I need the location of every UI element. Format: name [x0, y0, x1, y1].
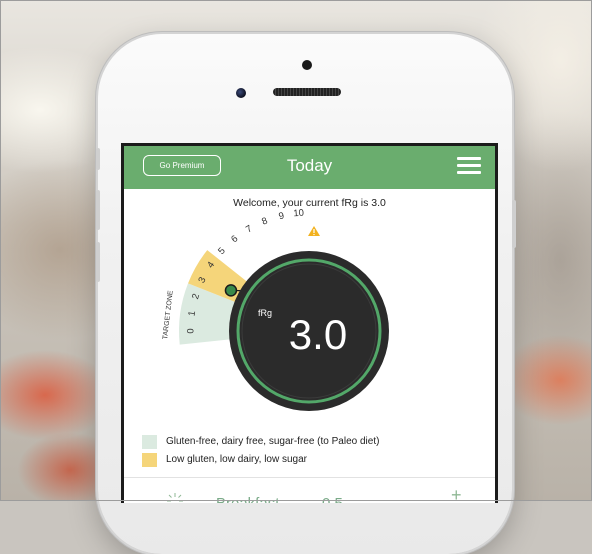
divider	[124, 477, 495, 478]
sun-icon	[166, 492, 184, 503]
meter-tick-label: 7	[244, 223, 254, 235]
meter-tick-label: 5	[216, 246, 228, 257]
add-meal-button[interactable]: +	[451, 485, 462, 503]
meter-tick-label: 9	[278, 210, 286, 222]
sensor-dot	[302, 60, 312, 70]
meter-tick-label: 10	[293, 208, 304, 220]
legend-label: Low gluten, low dairy, low sugar	[166, 453, 307, 467]
earpiece-speaker	[273, 88, 341, 96]
meter-tick-label: 8	[260, 216, 269, 228]
fodintol-meter: 012345678910 TARGET ZONE fRg 3.0 foodint…	[124, 146, 495, 436]
meal-label: Breakfast	[216, 495, 279, 503]
phone-screen: Go Premium Today Welcome, your current f…	[121, 143, 498, 503]
meter-tick-label: 0	[186, 328, 197, 333]
current-value: 3.0	[289, 311, 347, 358]
meal-value: 0.5	[322, 495, 343, 503]
volume-up-button	[96, 190, 100, 230]
brand-label: foodintol® Meter	[361, 406, 405, 413]
volume-down-button	[96, 242, 100, 282]
mute-switch	[96, 148, 100, 170]
front-camera	[236, 88, 246, 98]
power-button	[512, 200, 516, 248]
legend-swatch	[142, 435, 157, 449]
current-value-dot	[225, 285, 236, 296]
meal-row-breakfast[interactable]: Breakfast 0.5 +	[124, 479, 495, 503]
meter-tick-label: 6	[229, 233, 240, 245]
target-zone-label: TARGET ZONE	[162, 290, 175, 340]
warning-triangle-icon	[308, 226, 320, 236]
legend-swatch	[142, 453, 157, 467]
legend-label: Gluten-free, dairy free, sugar-free (to …	[166, 435, 379, 449]
unit-label: fRg	[258, 308, 272, 318]
